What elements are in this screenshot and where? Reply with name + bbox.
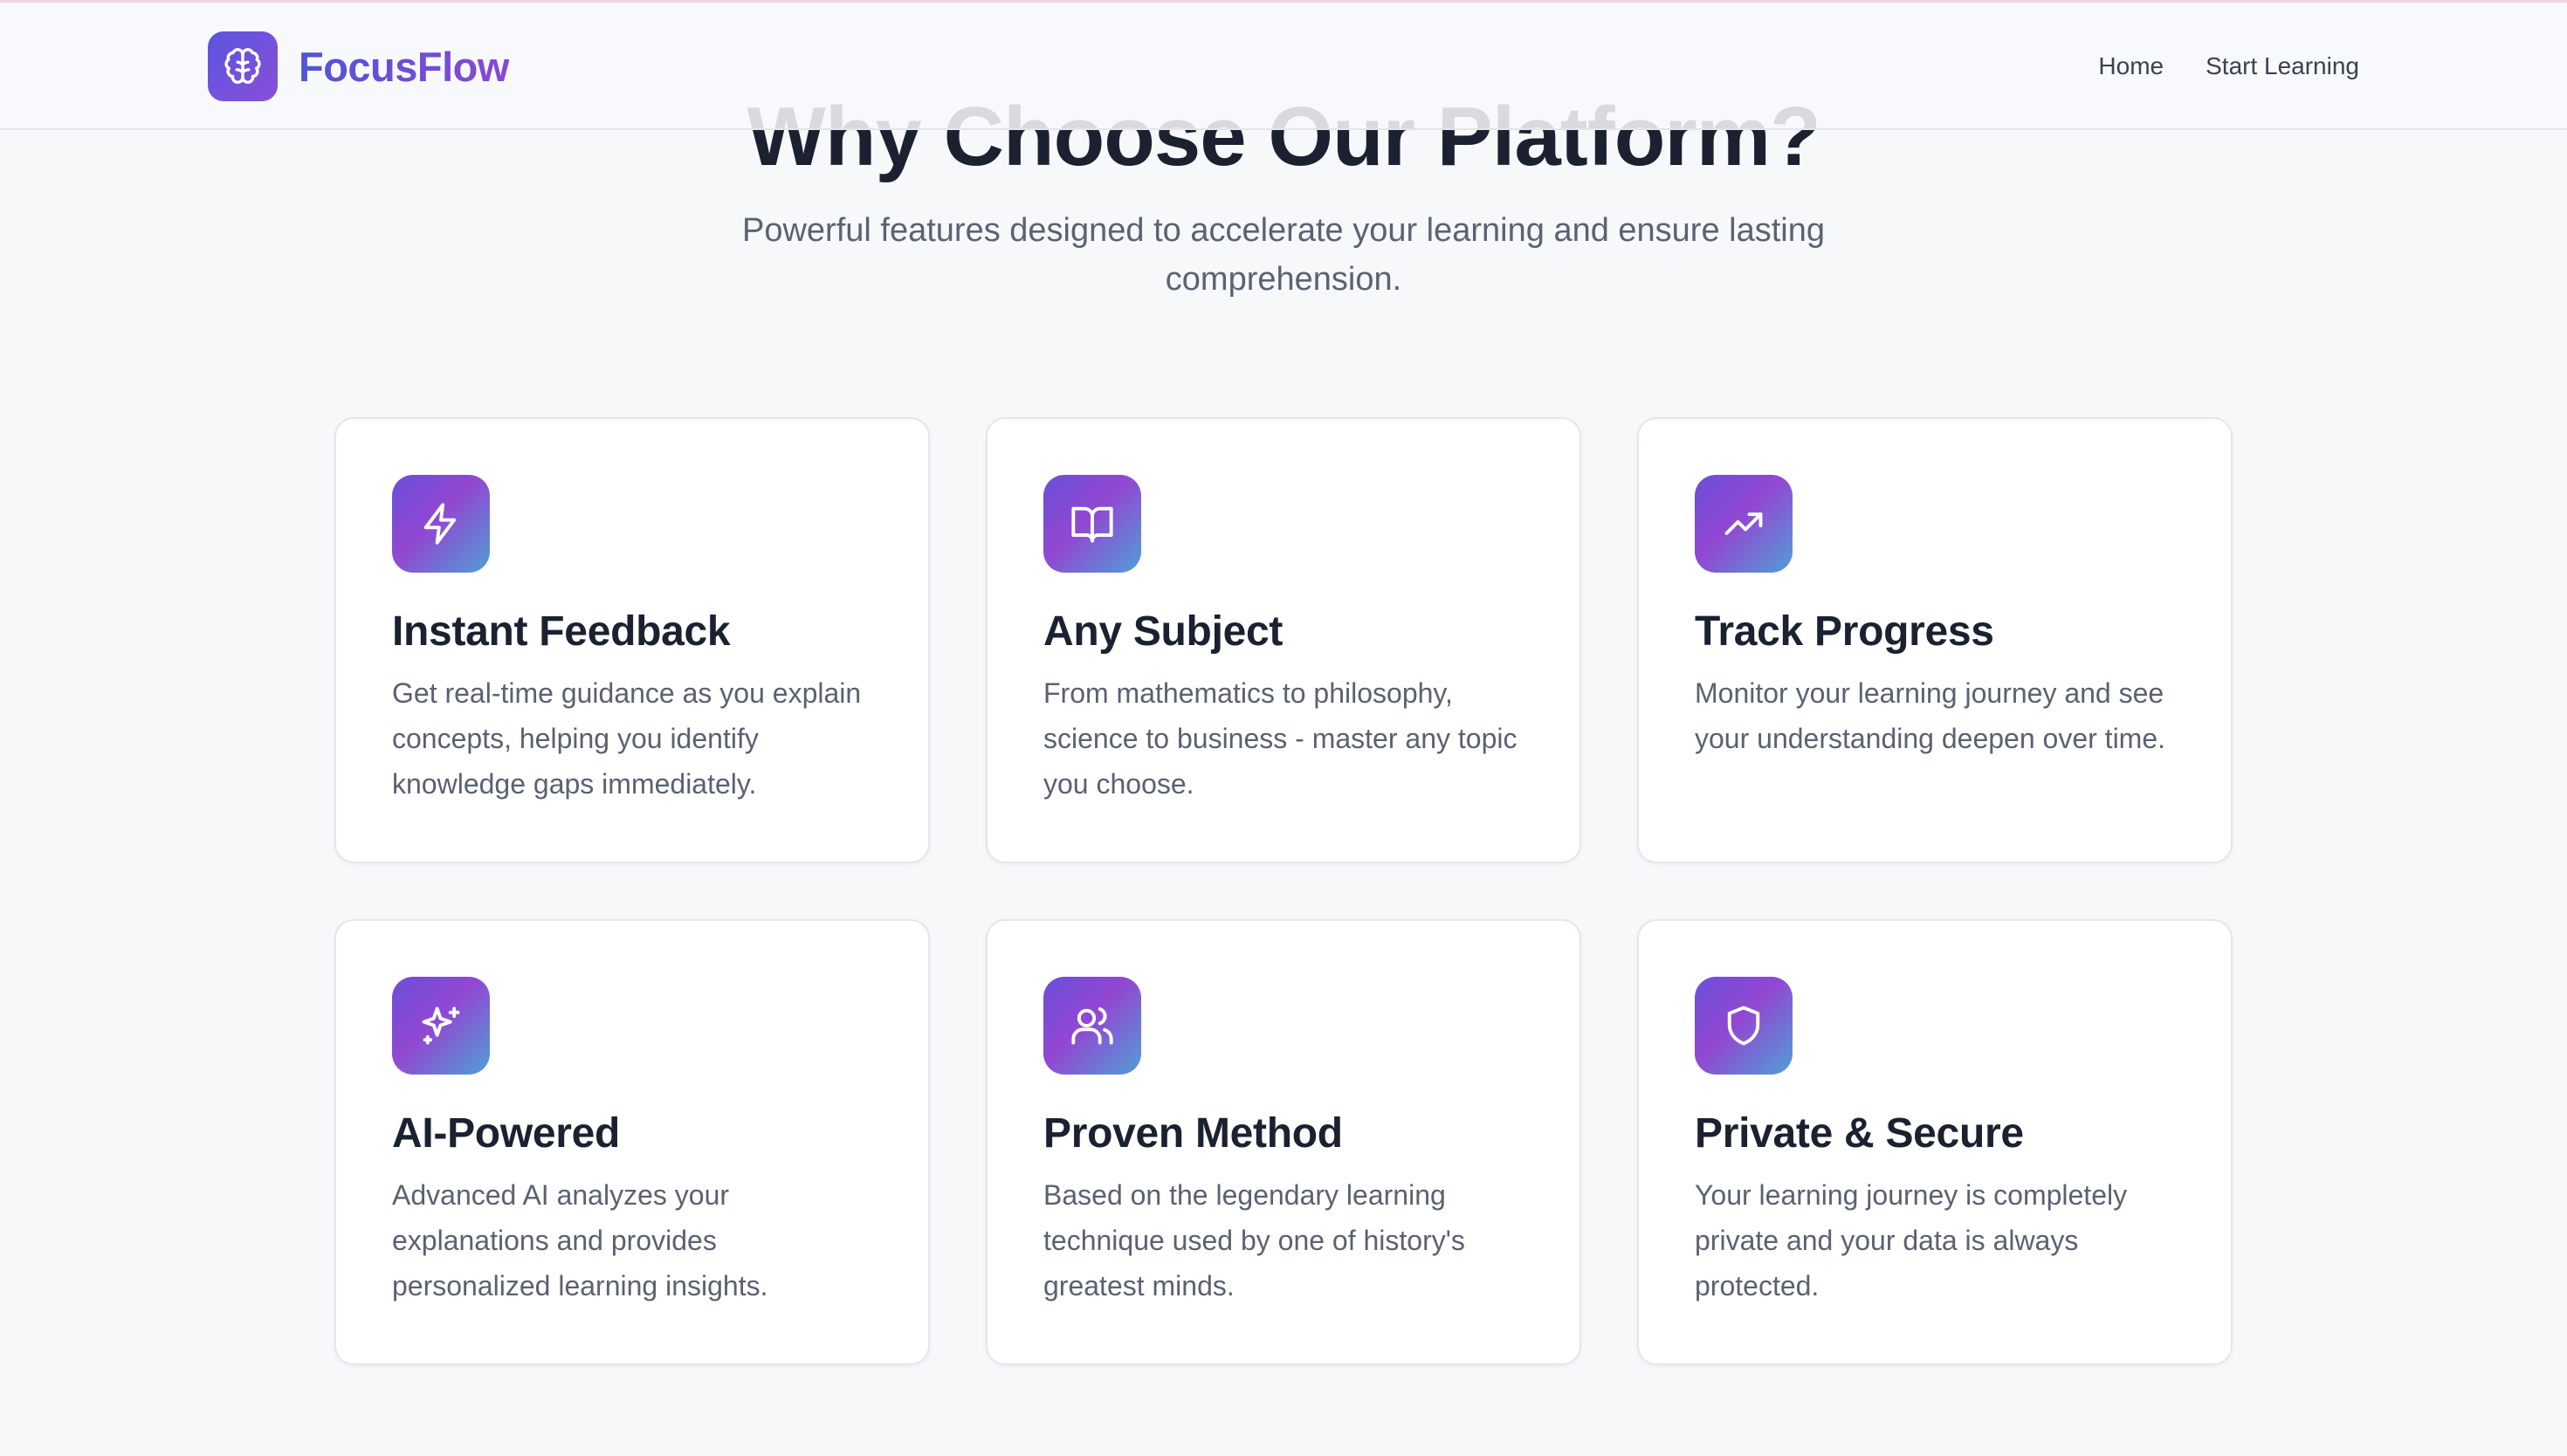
- top-accent-line: [0, 0, 2567, 3]
- section-subtitle: Powerful features designed to accelerate…: [742, 212, 1825, 298]
- feature-title: Any Subject: [1043, 608, 1284, 655]
- features-grid: Instant Feedback Get real-time guidance …: [334, 417, 2233, 1365]
- brand[interactable]: FocusFlow: [208, 31, 509, 101]
- lightning-icon: [392, 475, 490, 573]
- feature-title: Private & Secure: [1695, 1110, 2024, 1157]
- nav-home-link[interactable]: Home: [2098, 52, 2164, 80]
- nav-start-learning-link[interactable]: Start Learning: [2206, 52, 2359, 80]
- feature-title: Track Progress: [1695, 608, 1994, 655]
- main-nav: Home Start Learning: [2098, 45, 2359, 87]
- feature-card-track-progress: Track Progress Monitor your learning jou…: [1637, 417, 2233, 863]
- feature-card-instant-feedback: Instant Feedback Get real-time guidance …: [334, 417, 930, 863]
- feature-card-any-subject: Any Subject From mathematics to philosop…: [986, 417, 1581, 863]
- sparkles-icon: [392, 977, 490, 1075]
- brain-icon: [208, 31, 278, 101]
- shield-icon: [1695, 977, 1793, 1075]
- trending-up-icon: [1695, 475, 1793, 573]
- feature-card-ai-powered: AI-Powered Advanced AI analyzes your exp…: [334, 919, 930, 1365]
- feature-description: Monitor your learning journey and see yo…: [1695, 677, 2166, 754]
- feature-card-proven-method: Proven Method Based on the legendary lea…: [986, 919, 1581, 1365]
- feature-title: AI-Powered: [392, 1110, 621, 1157]
- feature-title: Proven Method: [1043, 1110, 1343, 1157]
- feature-description: Based on the legendary learning techniqu…: [1043, 1179, 1465, 1301]
- brand-name: FocusFlow: [299, 43, 509, 90]
- feature-description: Get real-time guidance as you explain co…: [392, 677, 862, 800]
- feature-description: From mathematics to philosophy, science …: [1043, 677, 1517, 800]
- users-icon: [1043, 977, 1141, 1075]
- feature-title: Instant Feedback: [392, 608, 731, 655]
- book-open-icon: [1043, 475, 1141, 573]
- feature-card-private-secure: Private & Secure Your learning journey i…: [1637, 919, 2233, 1365]
- feature-description: Your learning journey is completely priv…: [1695, 1179, 2128, 1301]
- feature-description: Advanced AI analyzes your explanations a…: [392, 1179, 768, 1301]
- site-header: FocusFlow Home Start Learning: [0, 0, 2567, 130]
